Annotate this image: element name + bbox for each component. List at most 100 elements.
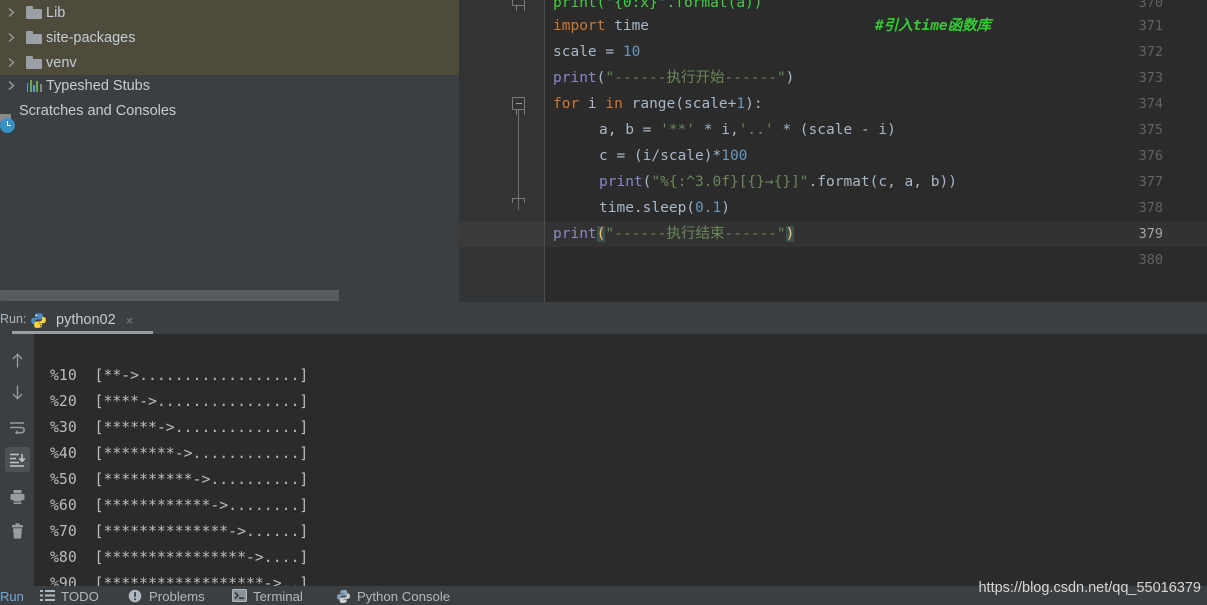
code-token: scale = [553, 44, 623, 60]
pycharm-window: Lib site-packages venv Typeshed Stubs Sc… [0, 0, 1207, 605]
tab-label: python02 [56, 312, 116, 328]
soft-wrap-icon[interactable] [5, 415, 30, 440]
editor-gutter[interactable] [459, 0, 545, 302]
print-icon[interactable] [5, 484, 30, 509]
line-number: 373 [1138, 70, 1163, 86]
chevron-right-icon[interactable] [0, 80, 22, 91]
status-item-terminal[interactable]: Terminal [232, 588, 303, 604]
project-tree-panel: Lib site-packages venv Typeshed Stubs Sc… [0, 0, 459, 302]
code-token: in [605, 96, 623, 112]
tree-item-lib[interactable]: Lib [0, 0, 459, 25]
tree-item-label: site-packages [46, 29, 136, 46]
line-number: 377 [1138, 174, 1163, 190]
code-token: ) [785, 70, 795, 86]
code-token: '**' [660, 122, 696, 138]
gutter-border [544, 0, 545, 302]
line-number: 379 [1138, 226, 1163, 242]
console-output-line: %80 [****************->....] [50, 549, 309, 566]
code-token: "------执行开始------" [605, 70, 786, 86]
line-number: 371 [1138, 18, 1163, 34]
clear-all-trash-icon[interactable] [5, 519, 30, 544]
code-line-377: print("%{:^3.0f}[{}→{}]".format(c, a, b)… [599, 169, 957, 195]
code-token: print [553, 0, 597, 11]
code-token: "------执行结束------" [605, 226, 786, 242]
console-toolbar [0, 334, 34, 605]
code-token: c = (i/scale)* [599, 148, 722, 164]
console-output-line: %10 [**->..................] [50, 367, 309, 384]
scrollbar-thumb[interactable] [0, 290, 339, 301]
code-token: .format(c, a, b)) [808, 174, 957, 190]
tab-python02[interactable]: python02 × [20, 306, 141, 334]
code-token: 100 [721, 148, 748, 164]
folder-icon [22, 6, 46, 19]
chevron-right-icon[interactable] [0, 57, 22, 68]
folder-icon [22, 31, 46, 44]
code-token: print [599, 174, 643, 190]
fold-marker-for-loop[interactable] [512, 97, 525, 115]
code-token: import [553, 18, 606, 34]
code-line-373: print("------执行开始------") [553, 65, 794, 91]
code-token: ("{0:x}".format(a)) [596, 0, 763, 11]
tree-item-label: Typeshed Stubs [46, 77, 150, 94]
run-console-panel: Run: python02 × %10 [**->...............… [0, 302, 1207, 605]
console-output[interactable]: %10 [**->..................] %20 [****->… [34, 334, 1207, 605]
status-item-label: TODO [61, 588, 99, 604]
line-number: 372 [1138, 44, 1163, 60]
bracket-match-close: ) [785, 226, 795, 242]
code-token: print [553, 226, 597, 242]
python-console-icon [336, 589, 351, 604]
code-line-376: c = (i/scale)*100 [599, 143, 747, 169]
status-item-todo[interactable]: TODO [40, 588, 99, 604]
status-item-label: Python Console [357, 588, 451, 604]
code-token: time.sleep( [599, 200, 696, 216]
line-number: 380 [1138, 252, 1163, 268]
scroll-to-end-icon[interactable] [5, 447, 30, 472]
status-run-label[interactable]: Run [0, 589, 24, 604]
problems-icon [128, 589, 143, 603]
terminal-icon [232, 589, 247, 603]
chevron-right-icon[interactable] [0, 32, 22, 43]
console-output-line: %50 [**********->..........] [50, 471, 309, 488]
status-item-problems[interactable]: Problems [128, 588, 205, 604]
todo-icon [40, 589, 55, 603]
line-number: 376 [1138, 148, 1163, 164]
code-line-379: print("------执行结束------") [553, 221, 795, 247]
status-item-python-console[interactable]: Python Console [336, 588, 450, 604]
code-line-371: import time [553, 13, 649, 39]
code-token: a, b = [599, 122, 661, 138]
line-number: 374 [1138, 96, 1163, 112]
scroll-up-icon[interactable] [5, 348, 30, 373]
console-output-line: %40 [********->............] [50, 445, 309, 462]
status-item-label: Problems [149, 588, 205, 604]
tree-item-scratches-and-consoles[interactable]: Scratches and Consoles [0, 98, 459, 133]
code-fold-stem [518, 104, 519, 210]
code-token: * i, [695, 122, 739, 138]
status-item-label: Terminal [253, 588, 303, 604]
code-editor[interactable]: 370 371 372 373 374 375 376 377 378 379 … [459, 0, 1207, 302]
code-token: '..' [738, 122, 774, 138]
fold-marker-370[interactable] [512, 0, 525, 11]
tree-item-site-packages[interactable]: site-packages [0, 25, 459, 50]
tree-horizontal-scrollbar[interactable] [0, 289, 459, 302]
code-token: i [579, 96, 606, 112]
code-token: range(scale+ [622, 96, 737, 112]
code-line-375: a, b = '**' * i,'..' * (scale - i) [599, 117, 896, 143]
console-output-line: %60 [************->........] [50, 497, 309, 514]
python-icon [30, 312, 47, 329]
console-output-line: %70 [**************->......] [50, 523, 309, 540]
code-line-374: for i in range(scale+1): [553, 91, 763, 117]
scroll-down-icon[interactable] [5, 380, 30, 405]
code-token: * (scale - i) [773, 122, 896, 138]
code-token: for [553, 96, 580, 112]
tree-item-label: Scratches and Consoles [19, 102, 177, 119]
tree-item-typeshed-stubs[interactable]: Typeshed Stubs [0, 73, 459, 98]
tree-item-label: venv [46, 54, 77, 71]
line-number: 378 [1138, 200, 1163, 216]
close-icon[interactable]: × [126, 314, 134, 327]
chevron-right-icon[interactable] [0, 7, 22, 18]
tree-item-venv[interactable]: venv [0, 50, 459, 75]
code-comment-371: #引入time函数库 [875, 18, 992, 34]
code-line-372: scale = 10 [553, 39, 640, 65]
code-token: 0.1 [695, 200, 722, 216]
code-token: print [553, 70, 597, 86]
